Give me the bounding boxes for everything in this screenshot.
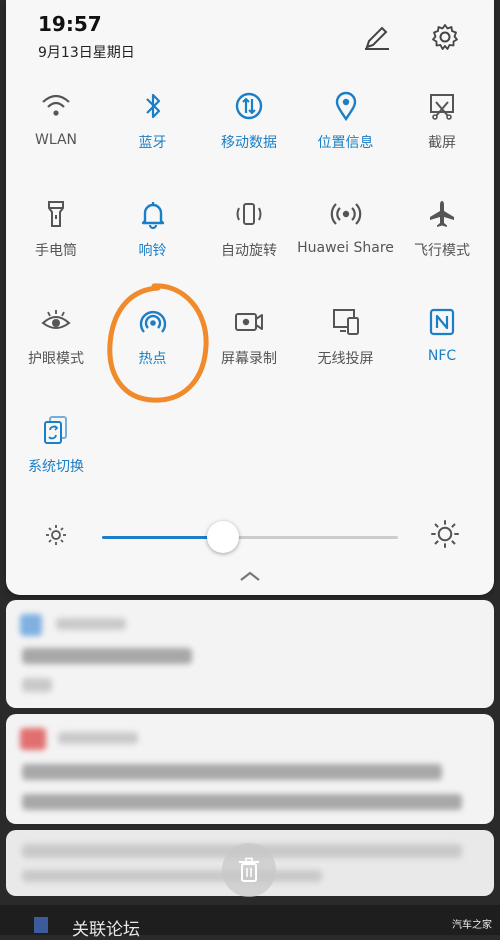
brightness-slider[interactable] [6, 515, 494, 559]
tile-nfc[interactable]: NFC [392, 306, 492, 364]
tile-bluetooth[interactable]: 蓝牙 [103, 90, 203, 152]
brightness-knob[interactable] [207, 521, 240, 553]
blurred-text [56, 618, 126, 630]
tile-label: 自动旋转 [221, 243, 277, 259]
wireless-projection-icon [330, 306, 362, 338]
mobile-data-icon [233, 90, 265, 122]
huawei-share-icon [330, 198, 362, 230]
clock-time: 19:57 [38, 12, 102, 36]
app-icon-blurred [20, 728, 46, 750]
tile-label: 系统切换 [28, 459, 84, 475]
tile-wifi[interactable]: WLAN [6, 90, 106, 148]
screen-record-icon [233, 306, 265, 338]
tile-label: 护眼模式 [28, 351, 84, 367]
tile-flashlight[interactable]: 手电筒 [6, 198, 106, 260]
notification-card[interactable] [6, 714, 494, 824]
tile-label: 位置信息 [317, 135, 374, 151]
tile-screen-record[interactable]: 屏幕录制 [199, 306, 299, 368]
eye-icon [40, 306, 72, 338]
tile-system-switch[interactable]: 系统切换 [6, 414, 106, 476]
tile-eye[interactable]: 护眼模式 [6, 306, 106, 368]
tile-screenshot[interactable]: 截屏 [392, 90, 492, 152]
brightness-high-icon [430, 519, 460, 553]
airplane-icon [426, 198, 458, 230]
auto-rotate-icon [233, 198, 265, 230]
edit-pencil-icon[interactable] [362, 22, 392, 52]
tile-label: 飞行模式 [414, 243, 470, 259]
location-icon [330, 90, 362, 122]
blurred-text [22, 648, 192, 664]
brightness-fill [102, 536, 224, 539]
tile-label: 截屏 [428, 135, 456, 151]
notification-card[interactable] [6, 600, 494, 708]
brightness-low-icon [44, 523, 68, 551]
background-app-bar: 关联论坛 [0, 905, 500, 940]
tile-label: 手电筒 [35, 243, 77, 259]
system-switch-icon [40, 414, 72, 446]
clock-date: 9月13日星期日 [38, 45, 135, 61]
blurred-text [22, 764, 442, 780]
wifi-icon [40, 90, 72, 122]
blurred-text [58, 732, 138, 744]
blurred-text [22, 870, 322, 882]
collapse-chevron-up-icon[interactable] [235, 566, 265, 586]
bluetooth-icon [137, 90, 169, 122]
bell-icon [137, 198, 169, 230]
blurred-text [22, 678, 52, 692]
blurred-text [22, 794, 462, 810]
tile-mobile-data[interactable]: 移动数据 [199, 90, 299, 152]
bottom-title: 关联论坛 [72, 920, 140, 940]
tile-airplane[interactable]: 飞行模式 [392, 198, 492, 260]
gear-icon[interactable] [430, 22, 460, 52]
tile-bell[interactable]: 响铃 [103, 198, 203, 260]
tile-label: Huawei Share [297, 240, 394, 256]
nfc-icon [426, 306, 458, 338]
tile-auto-rotate[interactable]: 自动旋转 [199, 198, 299, 260]
flashlight-icon [40, 198, 72, 230]
watermark: 汽车之家 [452, 920, 492, 931]
app-icon-blurred [20, 614, 42, 636]
tile-location[interactable]: 位置信息 [296, 90, 396, 152]
tile-label: 无线投屏 [317, 351, 374, 367]
tile-label: WLAN [34, 132, 77, 148]
brightness-track[interactable] [102, 521, 398, 553]
screenshot-icon [426, 90, 458, 122]
tile-huawei-share[interactable]: Huawei Share [296, 198, 396, 256]
tile-label: 移动数据 [221, 135, 277, 151]
forum-icon [34, 917, 48, 933]
tile-wireless-projection[interactable]: 无线投屏 [296, 306, 396, 368]
clear-notifications-trash-icon[interactable] [222, 843, 276, 897]
tile-label: 蓝牙 [138, 135, 167, 151]
tile-label: 响铃 [138, 243, 167, 259]
tile-label: 屏幕录制 [221, 351, 277, 367]
quick-settings-panel: 19:57 9月13日星期日 WLAN 蓝牙 移动数据 位置信息 截屏手电筒 响铃 自动旋转… [6, 0, 494, 595]
hand-drawn-annotation-circle [107, 283, 209, 403]
tile-label: NFC [427, 348, 457, 364]
